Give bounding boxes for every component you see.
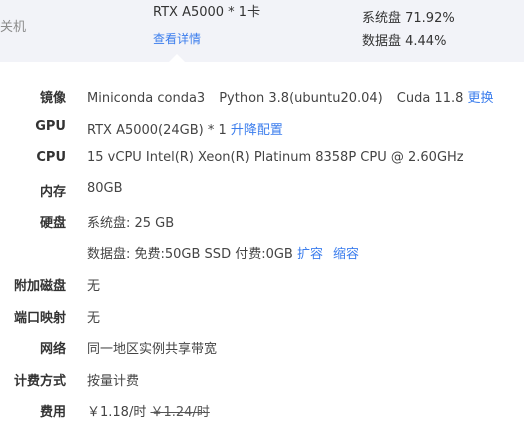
upgrade-config-link[interactable]: 升降配置 [231, 123, 283, 138]
fee-label: 费用 [39, 405, 66, 420]
row-disk: 硬盘 系统盘: 25 GB [0, 210, 524, 232]
image-env: Miniconda conda3 [87, 91, 206, 106]
row-billing: 计费方式 按量计费 [0, 368, 524, 390]
row-fee: 费用 ￥1.18/时 ￥1.24/时 [0, 399, 524, 421]
row-cpu: CPU 15 vCPU Intel(R) Xeon(R) Platinum 83… [0, 148, 524, 170]
row-extra-disk: 附加磁盘 无 [0, 273, 524, 295]
network-label: 网络 [39, 342, 66, 357]
image-label: 镜像 [39, 91, 66, 106]
memory-label: 内存 [39, 185, 66, 200]
data-disk-value: 数据盘: 免费:50GB SSD 付费:0GB 扩容 缩容 [87, 243, 359, 262]
image-cuda: Cuda 11.8 [396, 91, 464, 106]
row-data-disk: 数据盘: 免费:50GB SSD 付费:0GB 扩容 缩容 [0, 241, 524, 263]
billing-label: 计费方式 [13, 374, 66, 389]
data-disk-text: 数据盘: 免费:50GB SSD 付费:0GB [87, 247, 293, 262]
image-value: Miniconda conda3 Python 3.8(ubuntu20.04) C… [87, 87, 494, 106]
view-details-link[interactable]: 查看详情 [153, 30, 201, 47]
network-value: 同一地区实例共享带宽 [87, 342, 218, 357]
instance-details-popover: 镜像 Miniconda conda3 Python 3.8(ubuntu20.0… [0, 62, 524, 432]
expand-disk-link[interactable]: 扩容 [297, 247, 323, 262]
cpu-label: CPU [36, 150, 66, 165]
system-disk-value: 系统盘: 25 GB [87, 216, 175, 231]
row-memory: 内存 80GB [0, 179, 524, 201]
fee-value: ￥1.18/时 ￥1.24/时 [87, 401, 210, 420]
shrink-disk-link[interactable]: 缩容 [333, 247, 359, 262]
instance-summary-bar: 关机 RTX A5000 * 1卡 查看详情 系统盘 71.92% 数据盘 4.… [0, 0, 524, 62]
change-image-link[interactable]: 更换 [468, 91, 494, 106]
gpu-value: RTX A5000(24GB) * 1 升降配置 [87, 119, 283, 138]
row-gpu: GPU RTX A5000(24GB) * 1 升降配置 [0, 117, 524, 139]
row-network: 网络 同一地区实例共享带宽 [0, 336, 524, 358]
disk-label: 硬盘 [39, 216, 66, 231]
port-mapping-label: 端口映射 [13, 311, 66, 326]
fee-current: ￥1.18/时 [87, 405, 147, 420]
image-python: Python 3.8(ubuntu20.04) [219, 91, 383, 106]
row-port-mapping: 端口映射 无 [0, 305, 524, 327]
system-disk-usage: 系统盘 71.92% [362, 11, 455, 26]
gpu-label: GPU [35, 119, 66, 134]
cpu-value: 15 vCPU Intel(R) Xeon(R) Platinum 8358P … [87, 150, 464, 165]
extra-disk-value: 无 [87, 279, 101, 294]
port-mapping-value: 无 [87, 311, 101, 326]
gpu-model-summary: RTX A5000 * 1卡 [153, 5, 261, 20]
data-disk-usage: 数据盘 4.44% [362, 34, 447, 49]
row-image: 镜像 Miniconda conda3 Python 3.8(ubuntu20.0… [0, 85, 524, 107]
memory-value: 80GB [87, 181, 123, 196]
billing-value: 按量计费 [87, 374, 140, 389]
fee-original: ￥1.24/时 [150, 405, 210, 420]
extra-disk-label: 附加磁盘 [13, 279, 66, 294]
instance-status: 关机 [0, 20, 27, 35]
popover-arrow-icon [169, 54, 185, 62]
gpu-spec: RTX A5000(24GB) * 1 [87, 123, 227, 138]
